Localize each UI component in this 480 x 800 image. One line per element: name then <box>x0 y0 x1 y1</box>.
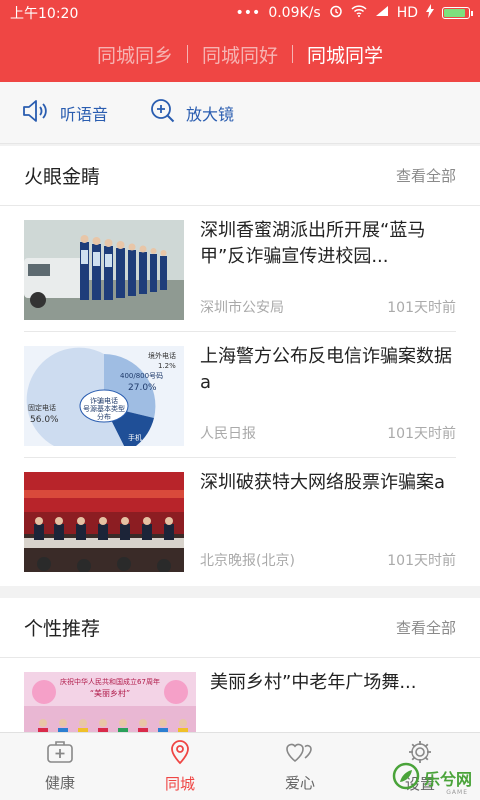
signal-icon <box>375 5 389 21</box>
svg-text:1.2%: 1.2% <box>158 362 176 370</box>
news-source: 深圳市公安局 <box>200 300 284 316</box>
section-gexing-tuijian: 个性推荐 查看全部 庆祝中华人民共和国成立67周年 “美丽乡村” 美丽乡村”中老… <box>0 598 480 732</box>
svg-text:号源基本类型: 号源基本类型 <box>83 404 125 413</box>
nav-love[interactable]: 爱心 <box>240 733 360 800</box>
svg-text:“美丽乡村”: “美丽乡村” <box>90 688 130 698</box>
hearts-icon <box>285 740 315 768</box>
svg-text:手机: 手机 <box>128 433 142 442</box>
wifi-icon <box>351 5 367 21</box>
tab-tongcheng-tongxue[interactable]: 同城同学 <box>293 41 397 68</box>
watermark-logo: 乐兮网 GAME <box>392 762 472 796</box>
nav-label: 爱心 <box>284 774 315 792</box>
svg-text:固定电话: 固定电话 <box>28 403 56 412</box>
news-title: 深圳香蜜湖派出所开展“蓝马甲”反诈骗宣传进校园... <box>200 220 426 267</box>
tab-tongcheng-tongxiang[interactable]: 同城同乡 <box>83 41 187 68</box>
dots-icon: ••• <box>235 5 261 21</box>
svg-text:56.0%: 56.0% <box>30 415 59 425</box>
news-time: 101天时前 <box>387 300 456 316</box>
news-item[interactable]: 庆祝中华人民共和国成立67周年 “美丽乡村” 美丽乡村”中老年广场舞... <box>24 658 456 732</box>
tab-tongcheng-tonghao[interactable]: 同城同好 <box>188 41 292 68</box>
pie-chart-photo: 诈骗电话 号源基本类型 分布 境外电话 1.2% 400/800号码 27.0%… <box>24 346 184 446</box>
news-title: 上海警方公布反电信诈骗案数据a <box>200 346 452 393</box>
news-source: 人民日报 <box>200 426 256 442</box>
svg-text:庆祝中华人民共和国成立67周年: 庆祝中华人民共和国成立67周年 <box>60 677 160 686</box>
speaker-icon <box>22 99 50 127</box>
news-source: 北京晚报(北京) <box>200 553 295 569</box>
nav-health[interactable]: 健康 <box>0 733 120 800</box>
status-time: 上午10:20 <box>10 6 79 22</box>
svg-text:诈骗电话: 诈骗电话 <box>90 396 118 405</box>
charging-icon <box>426 4 434 22</box>
section-title: 火眼金睛 <box>24 166 101 188</box>
header-tabs: 同城同乡 同城同好 同城同学 <box>0 26 480 82</box>
zoom-in-icon <box>150 98 176 128</box>
news-item[interactable]: 深圳破获特大网络股票诈骗案a 北京晚报(北京) 101天时前 <box>24 458 456 584</box>
news-title: 深圳破获特大网络股票诈骗案a <box>200 472 446 493</box>
news-item[interactable]: 深圳香蜜湖派出所开展“蓝马甲”反诈骗宣传进校园... 深圳市公安局 101天时前 <box>24 206 456 332</box>
police-lineup-photo <box>24 220 184 320</box>
news-time: 101天时前 <box>387 426 456 442</box>
section-header: 火眼金睛 查看全部 <box>0 146 480 206</box>
watermark-text: 乐兮网 <box>423 770 472 789</box>
leaf-logo-icon <box>392 762 420 794</box>
status-bar: 上午10:20 ••• 0.09K/s HD <box>0 0 480 26</box>
news-time: 101天时前 <box>387 553 456 569</box>
medical-kit-icon <box>46 740 74 768</box>
tool-bar: 听语音 放大镜 <box>0 82 480 144</box>
location-pin-icon <box>168 739 192 769</box>
view-all-link[interactable]: 查看全部 <box>396 617 456 638</box>
nav-tongcheng[interactable]: 同城 <box>120 733 240 800</box>
dance-stage-photo: 庆祝中华人民共和国成立67周年 “美丽乡村” <box>24 672 196 732</box>
section-huoyan-jinjing: 火眼金睛 查看全部 深圳香蜜湖派出所开展“蓝马甲”反诈骗宣传进校园... 深圳市… <box>0 146 480 586</box>
listen-voice-label: 听语音 <box>60 104 109 124</box>
svg-text:27.0%: 27.0% <box>128 383 157 393</box>
network-type: HD <box>396 5 418 21</box>
section-header: 个性推荐 查看全部 <box>0 598 480 658</box>
nav-label: 同城 <box>164 775 195 793</box>
conference-photo <box>24 472 184 572</box>
alarm-icon <box>329 4 343 22</box>
network-speed: 0.09K/s <box>268 5 321 21</box>
svg-text:境外电话: 境外电话 <box>148 351 176 360</box>
listen-voice-button[interactable]: 听语音 <box>22 99 108 127</box>
view-all-link[interactable]: 查看全部 <box>396 165 456 186</box>
section-title: 个性推荐 <box>24 618 101 640</box>
svg-text:分布: 分布 <box>97 412 111 421</box>
magnifier-label: 放大镜 <box>186 104 235 124</box>
watermark-subtext: GAME <box>446 789 468 796</box>
nav-label: 健康 <box>44 774 75 792</box>
svg-text:400/800号码: 400/800号码 <box>120 372 163 380</box>
battery-icon <box>442 7 473 19</box>
news-title: 美丽乡村”中老年广场舞... <box>210 672 417 693</box>
news-item[interactable]: 诈骗电话 号源基本类型 分布 境外电话 1.2% 400/800号码 27.0%… <box>24 332 456 458</box>
magnifier-button[interactable]: 放大镜 <box>150 98 234 128</box>
